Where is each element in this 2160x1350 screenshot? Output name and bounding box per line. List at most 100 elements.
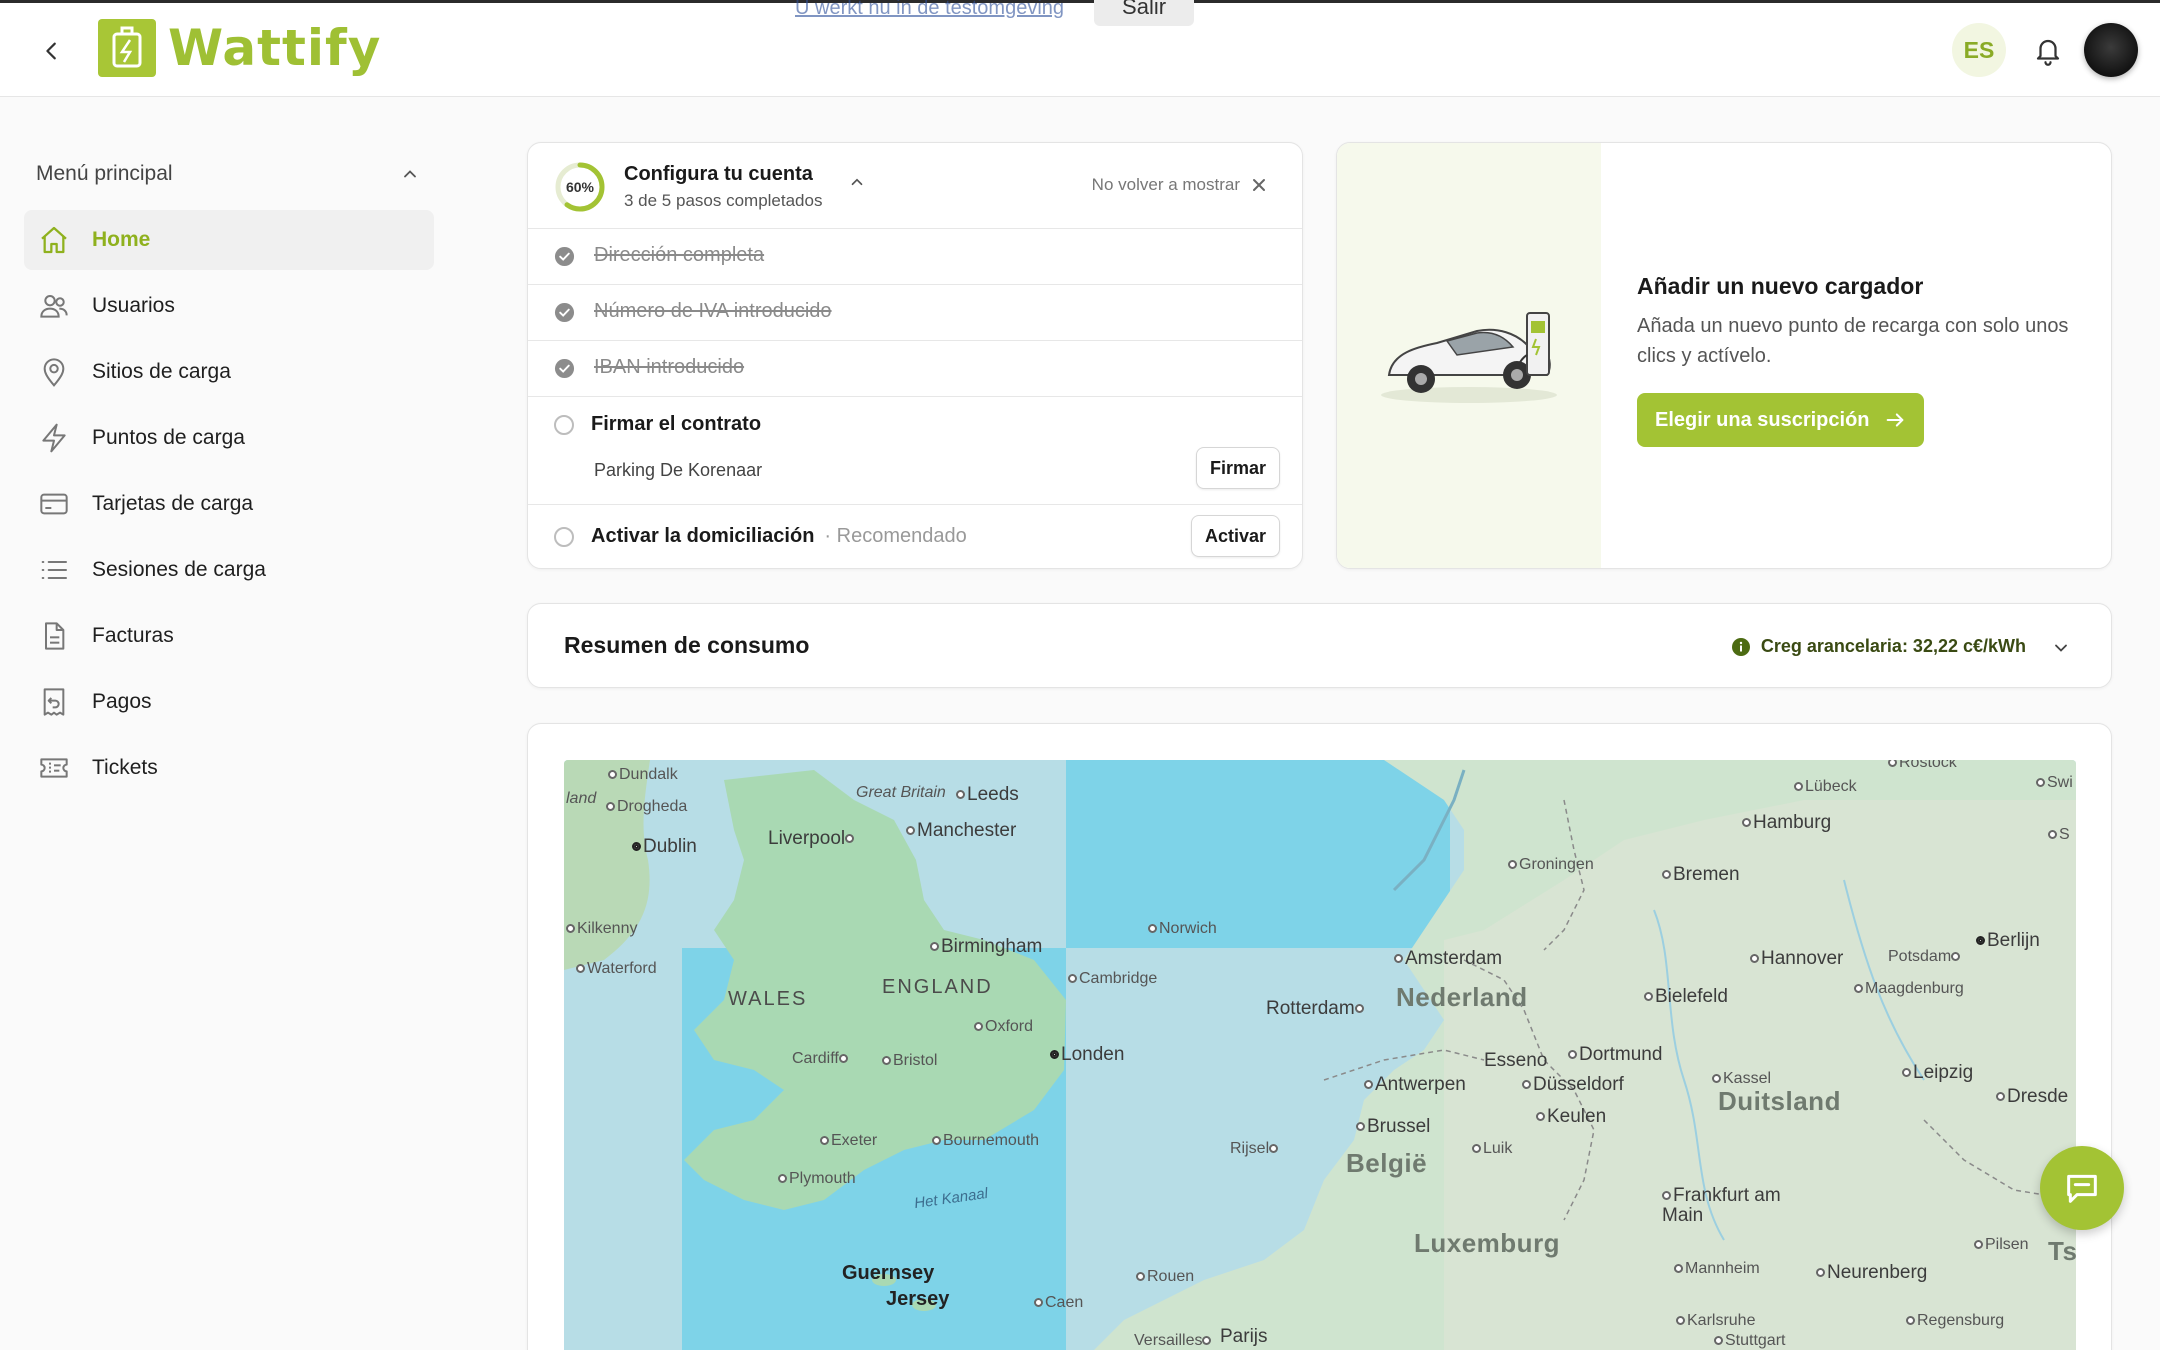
check-circle-icon: [554, 246, 575, 267]
map-label: Düsseldorf: [1522, 1074, 1624, 1096]
sidebar-item-usuarios[interactable]: Usuarios: [24, 276, 434, 336]
chevron-down-icon[interactable]: [2051, 638, 2071, 658]
map-label: WALES: [728, 988, 808, 1010]
map-label: Londen: [1050, 1044, 1124, 1066]
dismiss-label: No volver a mostrar: [1091, 175, 1240, 194]
step-sign-contract: Firmar el contrato Parking De Korenaar F…: [528, 397, 1302, 505]
activate-button[interactable]: Activar: [1190, 515, 1280, 557]
top-bar: U werkt nu in de testomgeving Salir Watt…: [0, 0, 2160, 97]
ticket-icon: [40, 758, 68, 778]
map-label: Keulen: [1536, 1106, 1606, 1128]
notifications-button[interactable]: [2028, 31, 2068, 71]
list-icon: [41, 561, 67, 579]
map-label: Mannheim: [1674, 1260, 1760, 1278]
sidebar: Menú principal Home Usuarios Sitios de c…: [0, 98, 470, 1350]
sidebar-item-label: Puntos de carga: [92, 426, 245, 449]
button-label: Elegir una suscripción: [1655, 408, 1870, 431]
close-icon: [1253, 179, 1265, 191]
bell-icon: [2036, 39, 2060, 66]
sidebar-item-label: Tickets: [92, 756, 158, 779]
map-label: Cambridge: [1068, 970, 1157, 988]
sidebar-item-label: Tarjetas de carga: [92, 492, 254, 515]
map-label: Nederland: [1396, 982, 1528, 1012]
exit-button[interactable]: Salir: [1094, 0, 1195, 26]
setup-header[interactable]: 60% Configura tu cuenta 3 de 5 pasos com…: [528, 143, 1302, 229]
sidebar-item-tarjetas-de-carga[interactable]: Tarjetas de carga: [24, 474, 434, 534]
map-label: Great Britain: [856, 784, 946, 801]
menu-header[interactable]: Menú principal: [36, 162, 420, 186]
map-label: Dublin: [632, 836, 697, 858]
charger-illustration: [1337, 143, 1601, 568]
map-label: Lübeck: [1794, 778, 1857, 796]
sidebar-item-home[interactable]: Home: [24, 210, 434, 270]
chevron-up-icon: [404, 170, 416, 178]
map-label: Manchester: [906, 820, 1016, 842]
map-label: Leeds: [956, 784, 1019, 806]
map-label: Parijs: [1220, 1326, 1268, 1347]
map-label: Frankfurt am Main: [1662, 1185, 1781, 1226]
back-button[interactable]: [34, 33, 70, 69]
progress-ring: 60%: [554, 161, 606, 213]
map-label: Versailles: [1134, 1332, 1213, 1350]
sidebar-item-puntos-de-carga[interactable]: Puntos de carga: [24, 408, 434, 468]
check-circle-icon: [554, 358, 575, 379]
chat-button[interactable]: [2040, 1146, 2124, 1230]
map-label: Groningen: [1508, 856, 1594, 874]
map-label: Maagdenburg: [1854, 980, 1964, 998]
consumption-summary[interactable]: Resumen de consumo Creg arancelaria: 32,…: [527, 603, 2112, 688]
sidebar-item-sitios-de-carga[interactable]: Sitios de carga: [24, 342, 434, 402]
map-label: Drogheda: [606, 798, 687, 816]
logo[interactable]: Wattify: [98, 17, 381, 79]
chevron-left-icon: [46, 42, 56, 60]
map-label: Esseno: [1484, 1050, 1548, 1071]
map-label: Kilkenny: [566, 920, 637, 938]
map-label: land: [566, 790, 597, 807]
chat-icon: [2067, 1174, 2097, 1203]
battery-logo-icon: [98, 19, 156, 77]
map[interactable]: Dundalk Drogheda Dublin Kilkenny Waterfo…: [564, 760, 2076, 1350]
map-label: Dresde: [1996, 1086, 2068, 1108]
step-iban: IBAN introducido: [528, 341, 1302, 397]
language-switcher[interactable]: ES: [1952, 23, 2006, 77]
sidebar-item-label: Sesiones de carga: [92, 558, 266, 581]
map-label: Cardiff: [792, 1050, 850, 1068]
add-charger-title: Añadir un nuevo cargador: [1637, 273, 1924, 299]
sidebar-item-tickets[interactable]: Tickets: [24, 738, 434, 798]
sidebar-item-label: Sitios de carga: [92, 360, 231, 383]
choose-subscription-button[interactable]: Elegir una suscripción: [1637, 393, 1924, 447]
sidebar-item-facturas[interactable]: Facturas: [24, 606, 434, 666]
map-label: Exeter: [820, 1132, 877, 1150]
recommended-tag: · Recomendado: [824, 525, 967, 547]
map-label: Bremen: [1662, 864, 1740, 886]
credit-card-icon: [40, 493, 68, 515]
receipt-icon: [43, 688, 65, 716]
map-label: Swi: [2036, 774, 2073, 792]
sidebar-item-pagos[interactable]: Pagos: [24, 672, 434, 732]
map-label: Antwerpen: [1364, 1074, 1466, 1096]
add-charger-card: Añadir un nuevo cargador Añada un nuevo …: [1336, 142, 2112, 569]
avatar[interactable]: [2084, 23, 2138, 77]
map-label: Amsterdam: [1394, 948, 1502, 970]
map-label: Plymouth: [778, 1170, 856, 1188]
map-label: Caen: [1034, 1294, 1083, 1312]
setup-subtitle: 3 de 5 pasos completados: [624, 191, 823, 210]
users-icon: [40, 295, 68, 318]
map-label: Rouen: [1136, 1268, 1194, 1286]
logo-text: Wattify: [168, 19, 382, 77]
map-label: Berlijn: [1976, 930, 2040, 952]
chevron-up-icon[interactable]: [848, 173, 866, 191]
map-label: Liverpool: [768, 828, 856, 850]
dismiss-button[interactable]: No volver a mostrar: [1092, 175, 1266, 195]
sidebar-item-sesiones-de-carga[interactable]: Sesiones de carga: [24, 540, 434, 600]
map-label: Stuttgart: [1714, 1332, 1785, 1350]
map-label: België: [1346, 1148, 1428, 1178]
map-label: Oxford: [974, 1018, 1033, 1036]
sidebar-item-label: Facturas: [92, 624, 174, 647]
map-label: Bielefeld: [1644, 986, 1728, 1008]
empty-circle-icon: [554, 527, 574, 547]
map-label: Neurenberg: [1816, 1262, 1927, 1284]
tariff-text: Creg arancelaria: 32,22 c€/kWh: [1760, 636, 2026, 656]
info-icon: [1731, 637, 1750, 656]
sign-button[interactable]: Firmar: [1195, 447, 1280, 489]
map-label: Dortmund: [1568, 1044, 1662, 1066]
